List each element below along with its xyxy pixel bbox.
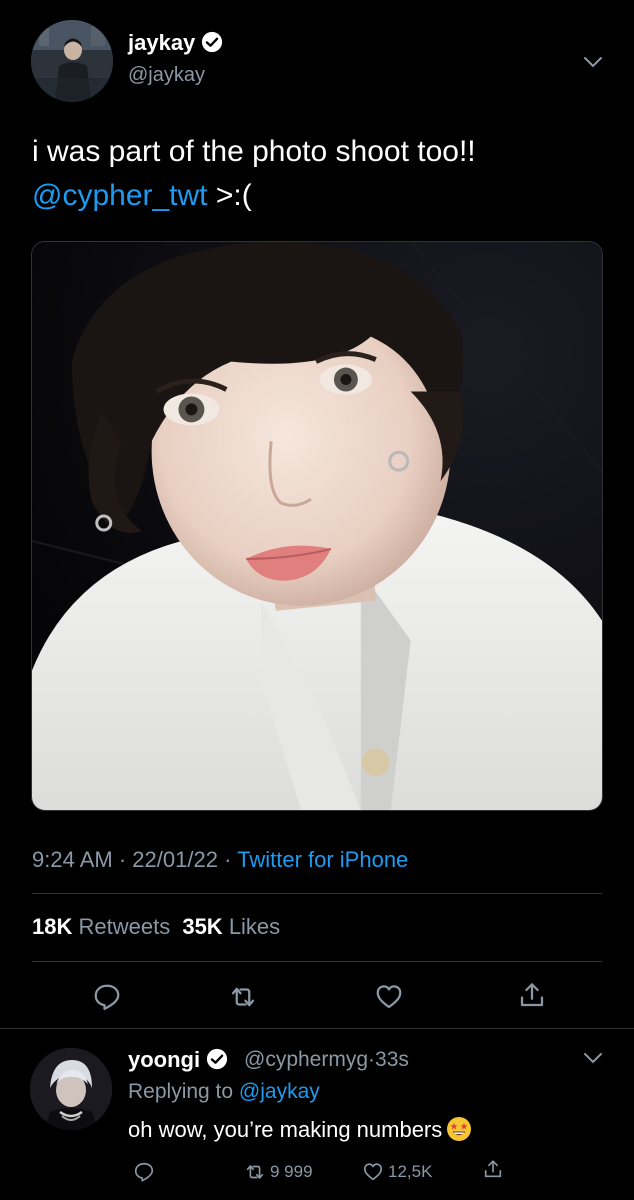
chevron-down-icon[interactable] xyxy=(583,1052,603,1064)
tweet-date: 22/01/22 xyxy=(132,847,218,872)
tweet-stats: 18K Retweets 35K Likes xyxy=(32,914,280,940)
author-name[interactable]: jaykay xyxy=(128,30,223,56)
author-handle[interactable]: @jaykay xyxy=(128,64,205,87)
reply-age: 33s xyxy=(375,1048,409,1071)
reply-reply-button[interactable] xyxy=(133,1160,159,1184)
share-icon xyxy=(484,1160,502,1178)
likes-stat[interactable]: 35K Likes xyxy=(182,914,280,939)
likes-label: Likes xyxy=(228,914,281,939)
tweet-source-link[interactable]: Twitter for iPhone xyxy=(237,847,408,872)
reply-share-button[interactable] xyxy=(482,1157,508,1181)
tweet-text-line: i was part of the photo shoot too!! xyxy=(32,135,476,168)
reply-author-name[interactable]: yoongi xyxy=(128,1047,228,1073)
replying-label: Replying to xyxy=(128,1080,234,1103)
reply-retweet-count: 9 999 xyxy=(270,1162,313,1181)
reply-text: oh wow, you’re making numbers xyxy=(128,1116,472,1143)
author-avatar[interactable] xyxy=(31,20,113,102)
heart-icon xyxy=(363,1163,383,1181)
retweets-stat[interactable]: 18K Retweets xyxy=(32,914,170,939)
reply-like-button[interactable]: 12,5K xyxy=(362,1160,432,1184)
reply-author-avatar[interactable] xyxy=(30,1048,112,1130)
meta-separator: · xyxy=(118,847,127,872)
retweet-icon[interactable] xyxy=(228,982,258,1012)
share-icon[interactable] xyxy=(517,980,547,1010)
retweets-count: 18K xyxy=(32,914,73,939)
tweet-timestamp: 9:24 AM · 22/01/22 · Twitter for iPhone xyxy=(32,847,408,873)
replying-to: Replying to @jaykay xyxy=(128,1080,320,1104)
reply-icon xyxy=(134,1162,154,1182)
retweets-label: Retweets xyxy=(78,914,171,939)
verified-badge-icon xyxy=(201,31,223,53)
divider xyxy=(32,893,602,894)
divider xyxy=(0,1028,634,1029)
reply-icon[interactable] xyxy=(92,982,122,1012)
tweet-time: 9:24 AM xyxy=(32,847,113,872)
retweet-icon xyxy=(246,1165,264,1179)
reply-author-handle[interactable]: @cyphermyg xyxy=(244,1048,368,1071)
verified-badge-icon xyxy=(206,1048,228,1070)
mention-link[interactable]: @cypher_twt xyxy=(32,179,208,212)
tweet-text-suffix: >:( xyxy=(207,179,252,212)
tweet-photo[interactable] xyxy=(31,241,603,811)
reply-retweet-button[interactable]: 9 999 xyxy=(244,1160,313,1184)
star-struck-emoji-icon xyxy=(446,1116,472,1142)
tweet-text-line-2: @cypher_twt >:( xyxy=(32,174,602,218)
meta-separator: · xyxy=(224,847,232,872)
chevron-down-icon[interactable] xyxy=(583,56,603,68)
replying-handle-link[interactable]: @jaykay xyxy=(239,1080,320,1103)
reply-like-count: 12,5K xyxy=(388,1162,433,1181)
reply-meta: @cyphermyg·33s xyxy=(244,1048,409,1072)
reply-text-content: oh wow, you’re making numbers xyxy=(128,1117,443,1142)
meta-separator: · xyxy=(368,1048,376,1071)
divider xyxy=(32,961,602,962)
heart-icon[interactable] xyxy=(374,982,404,1012)
likes-count: 35K xyxy=(182,914,223,939)
tweet-text: i was part of the photo shoot too!! @cyp… xyxy=(32,130,602,218)
